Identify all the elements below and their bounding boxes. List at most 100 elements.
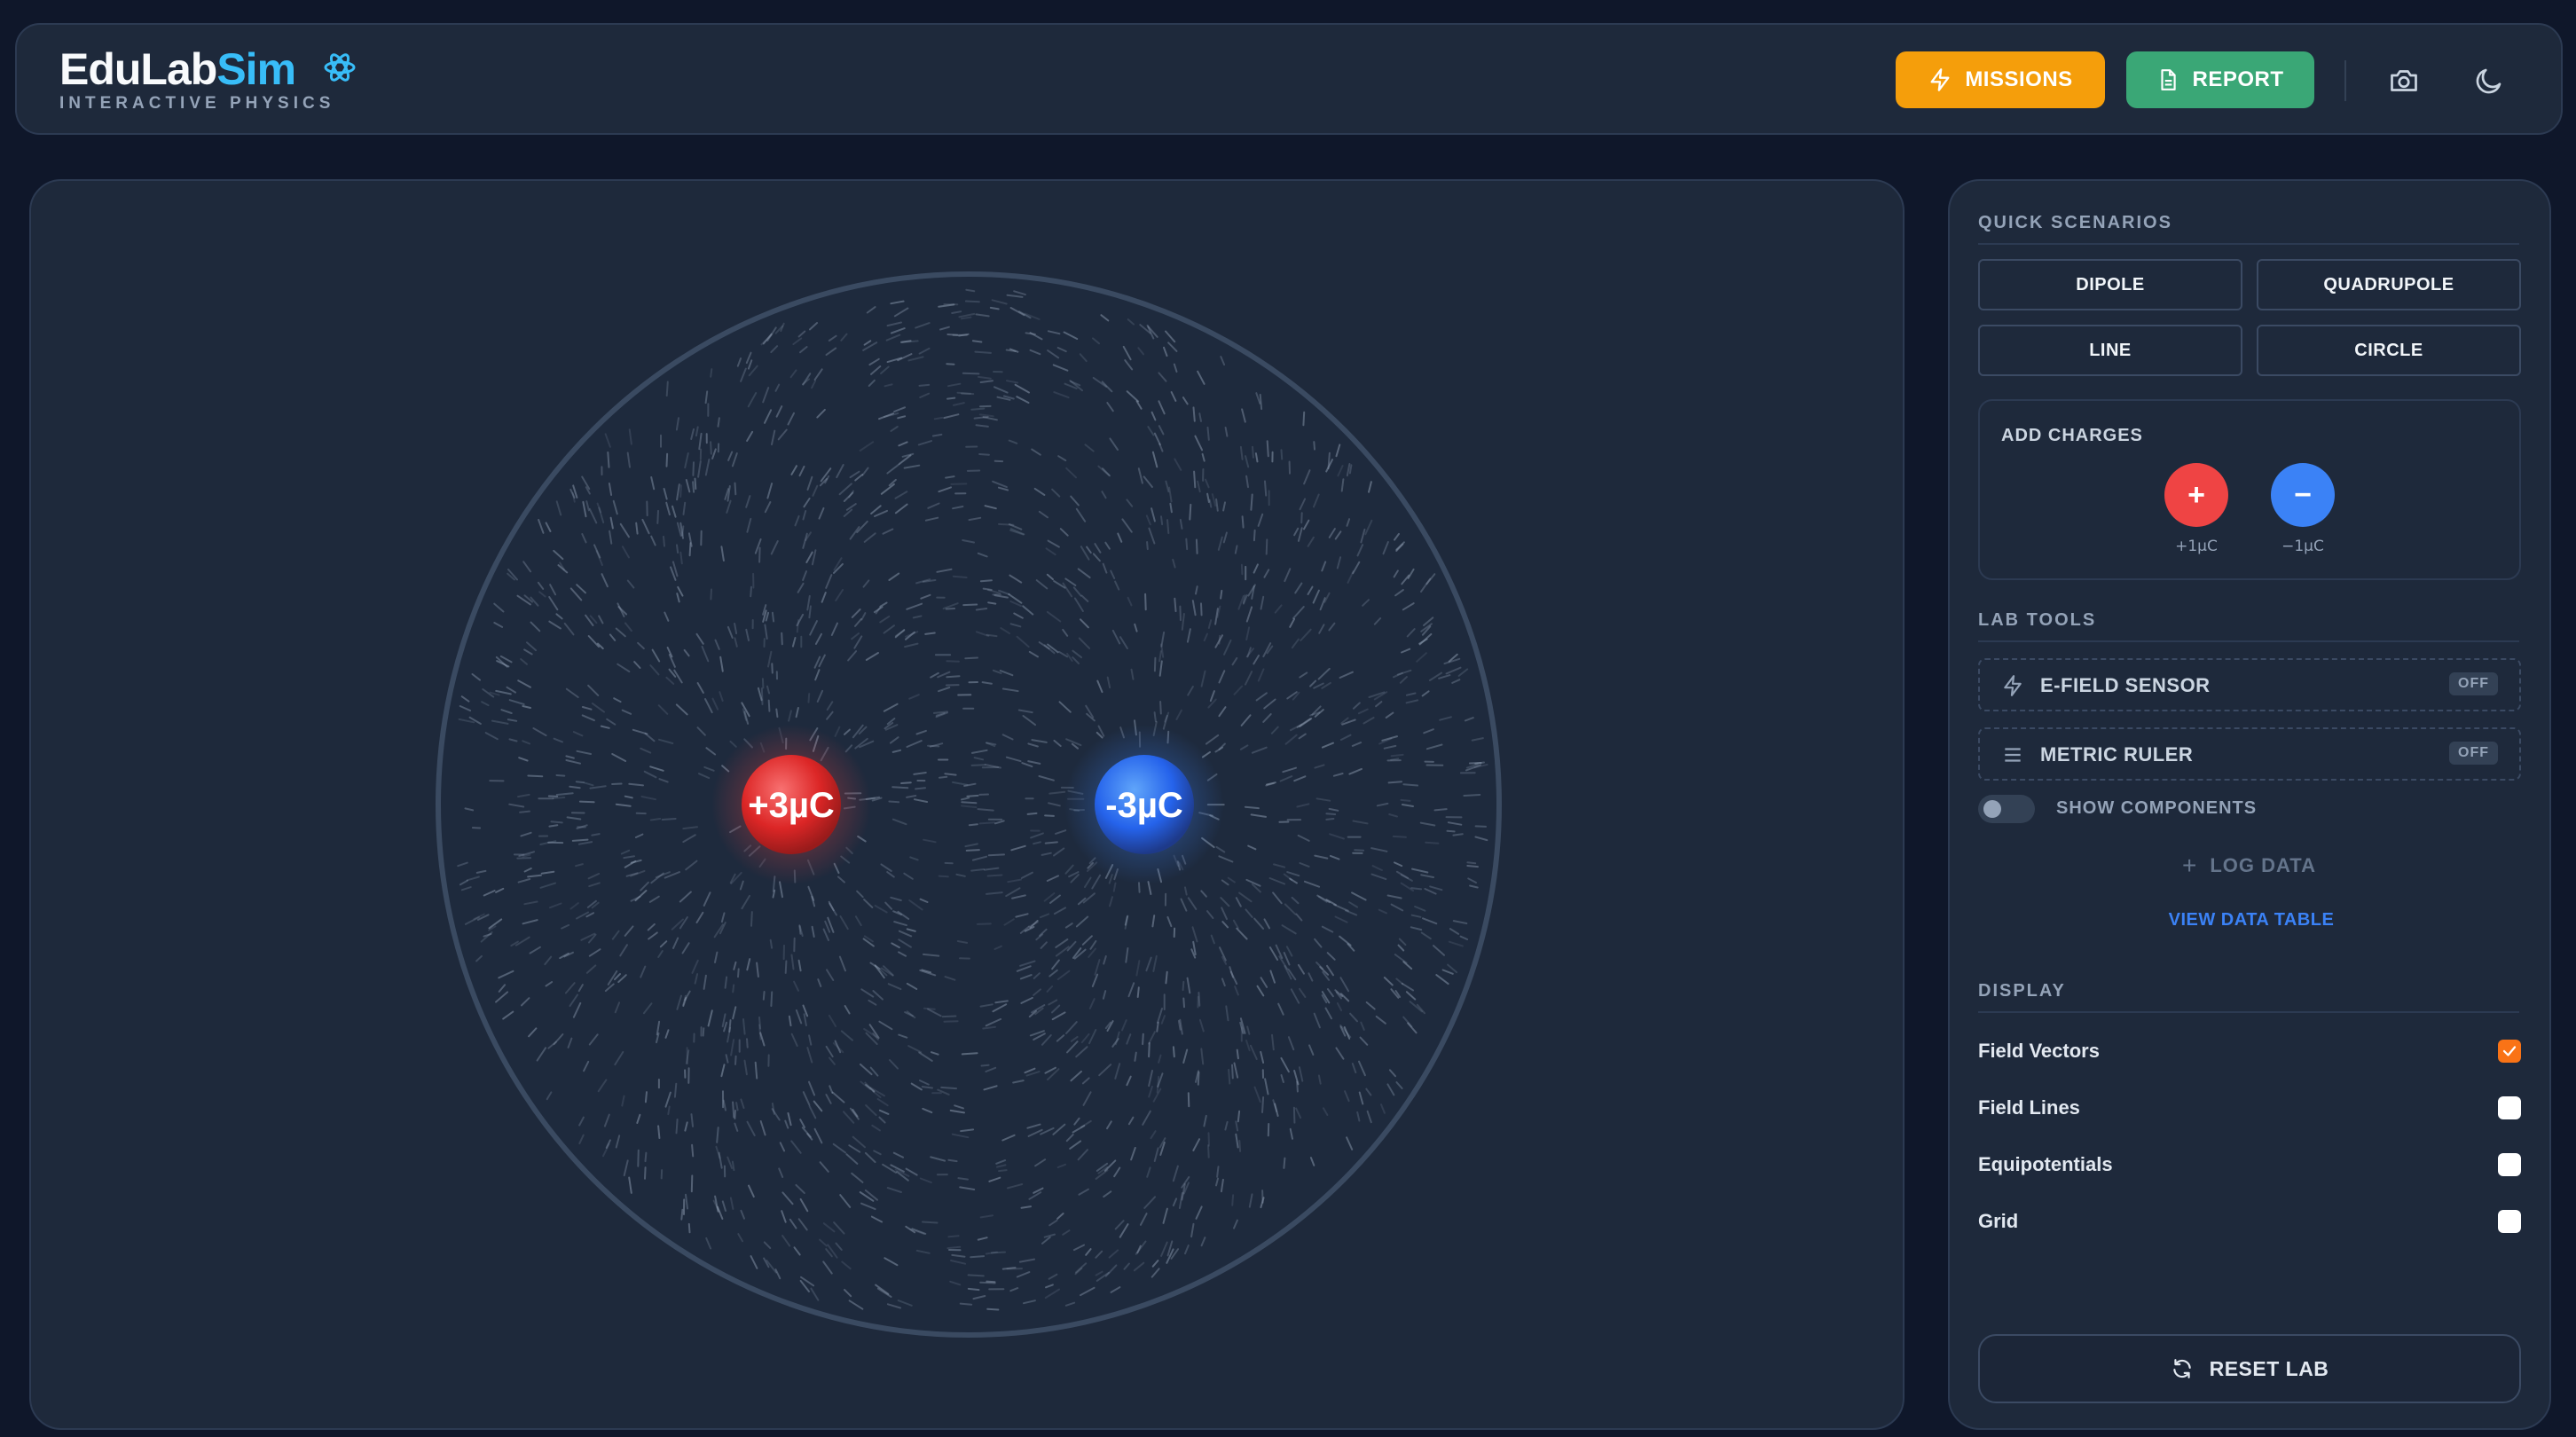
field-vector xyxy=(968,823,978,827)
field-vector xyxy=(1193,470,1197,489)
field-vector xyxy=(1463,794,1481,797)
add-charges-panel: ADD CHARGES + +1µC − −1µC xyxy=(1978,399,2521,580)
theme-toggle-button[interactable] xyxy=(2469,60,2509,101)
add-positive-charge-button[interactable]: + xyxy=(2164,463,2228,527)
field-vector xyxy=(1466,865,1479,868)
field-vector xyxy=(1261,1096,1265,1113)
field-vector xyxy=(665,452,669,467)
scenario-circle-button[interactable]: CIRCLE xyxy=(2257,325,2521,376)
app-header: EduLabSim INTERACTIVE PHYSICS MISSIONS R… xyxy=(15,23,2563,135)
field-vector xyxy=(946,334,959,336)
field-vector xyxy=(1231,1194,1235,1206)
field-vector xyxy=(1148,1041,1151,1058)
field-vector xyxy=(1195,538,1198,554)
display-option-grid[interactable]: Grid xyxy=(1978,1205,2521,1240)
view-data-table-link[interactable]: VIEW DATA TABLE xyxy=(1950,910,2553,931)
field-vector xyxy=(970,1255,986,1259)
display-option-equipotentials[interactable]: Equipotentials xyxy=(1978,1148,2521,1183)
field-vector xyxy=(680,1208,684,1221)
scenario-quadrupole-button[interactable]: QUADRUPOLE xyxy=(2257,259,2521,310)
missions-button[interactable]: MISSIONS xyxy=(1896,51,2105,108)
add-charges-title: ADD CHARGES xyxy=(2001,426,2143,445)
field-vector xyxy=(891,786,909,789)
field-vector xyxy=(1466,861,1477,865)
reset-lab-button[interactable]: RESET LAB xyxy=(1978,1334,2521,1403)
field-vector xyxy=(933,416,944,420)
field-vector xyxy=(1182,980,1185,992)
field-vector xyxy=(979,579,993,583)
field-vector xyxy=(982,587,993,591)
field-vector xyxy=(767,699,771,712)
logo-title-part1: EduLab xyxy=(59,44,217,94)
field-vector xyxy=(967,1287,980,1292)
field-vector xyxy=(970,764,986,766)
charge-positive[interactable]: +3µC xyxy=(711,725,871,884)
field-vector xyxy=(1237,1110,1241,1123)
field-vector xyxy=(552,797,566,799)
field-vector xyxy=(644,1166,647,1180)
field-vector xyxy=(555,774,566,777)
header-divider xyxy=(2344,60,2346,101)
scenario-dipole-button[interactable]: DIPOLE xyxy=(1978,259,2242,310)
section-divider xyxy=(1978,1011,2519,1013)
field-vector xyxy=(961,801,978,805)
control-sidebar: QUICK SCENARIOS DIPOLE QUADRUPOLE LINE C… xyxy=(1948,179,2551,1430)
logo-title-part2: Sim xyxy=(216,44,296,94)
field-vectors-checkbox[interactable] xyxy=(2498,1040,2521,1063)
field-vector xyxy=(971,340,983,343)
display-option-field-lines[interactable]: Field Lines xyxy=(1978,1091,2521,1127)
metric-ruler-tool[interactable]: METRIC RULER OFF xyxy=(1978,727,2521,781)
show-components-toggle[interactable] xyxy=(1978,795,2035,823)
field-vector xyxy=(1244,805,1260,810)
field-vector xyxy=(964,656,978,660)
field-vector xyxy=(888,800,900,804)
field-vector xyxy=(1146,541,1149,551)
field-vector xyxy=(1392,835,1407,838)
field-vector xyxy=(1390,753,1404,758)
log-data-button[interactable]: + LOG DATA xyxy=(2182,852,2316,880)
display-option-field-vectors[interactable]: Field Vectors xyxy=(1978,1034,2521,1070)
field-vector xyxy=(702,1027,705,1037)
field-vector xyxy=(956,391,971,395)
field-vector xyxy=(944,773,957,776)
report-button[interactable]: REPORT xyxy=(2126,51,2314,108)
plus-icon: + xyxy=(2182,852,2198,879)
simulation-canvas[interactable]: +3µC -3µC xyxy=(29,179,1905,1430)
equipotentials-checkbox[interactable] xyxy=(2498,1153,2521,1176)
scenario-line-button[interactable]: LINE xyxy=(1978,325,2242,376)
charge-negative[interactable]: -3µC xyxy=(1064,725,1224,884)
field-vector xyxy=(1144,593,1147,611)
field-vector xyxy=(750,585,752,598)
field-vector xyxy=(987,601,997,605)
field-vector xyxy=(637,1149,640,1167)
missions-label: MISSIONS xyxy=(1965,67,2073,91)
field-vector xyxy=(986,1280,996,1284)
field-lines-checkbox[interactable] xyxy=(2498,1096,2521,1119)
logo: EduLabSim INTERACTIVE PHYSICS xyxy=(59,43,356,114)
field-vector xyxy=(1325,818,1335,821)
field-vector xyxy=(746,1038,749,1048)
metric-ruler-label: METRIC RULER xyxy=(2040,743,2194,766)
field-vector xyxy=(548,824,559,828)
grid-checkbox[interactable] xyxy=(2498,1210,2521,1233)
field-vector xyxy=(1280,449,1284,460)
field-vector xyxy=(734,1055,737,1065)
field-vector xyxy=(635,522,639,535)
field-vector xyxy=(750,911,753,927)
field-vector xyxy=(961,1052,978,1056)
field-vector xyxy=(694,477,697,491)
efield-sensor-tool[interactable]: E-FIELD SENSOR OFF xyxy=(1978,658,2521,711)
field-vector xyxy=(1468,762,1482,765)
add-negative-charge-button[interactable]: − xyxy=(2271,463,2335,527)
field-vector xyxy=(1313,441,1315,451)
field-vector xyxy=(673,1082,678,1098)
report-label: REPORT xyxy=(2192,67,2284,91)
field-vector xyxy=(688,542,692,557)
field-vector xyxy=(1327,452,1331,470)
field-vector xyxy=(939,775,948,779)
screenshot-button[interactable] xyxy=(2384,60,2424,101)
field-canvas[interactable]: +3µC -3µC xyxy=(31,181,1905,1430)
field-vector xyxy=(550,821,563,824)
field-vector xyxy=(781,632,783,646)
field-vector xyxy=(1216,1166,1220,1178)
